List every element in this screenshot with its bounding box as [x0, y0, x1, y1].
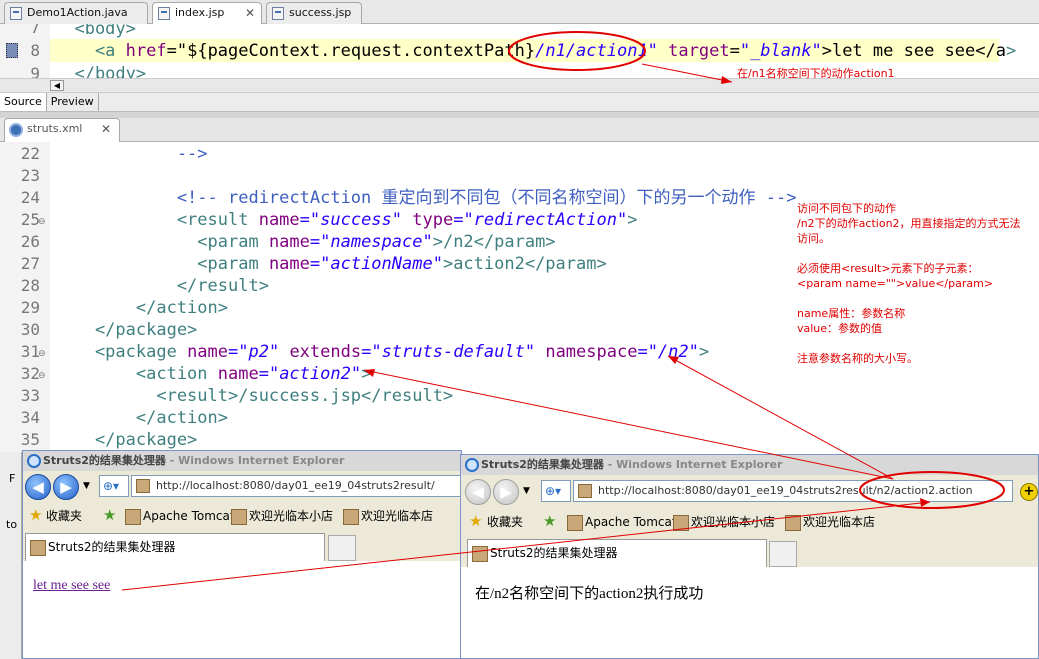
arrow-head	[364, 369, 375, 377]
highlight-ellipse-url	[859, 471, 1005, 509]
annotation-overlay	[121, 31, 1005, 591]
arrow-line-link-to-url	[121, 501, 931, 591]
arrow-head	[721, 76, 732, 84]
highlight-ellipse-action1	[508, 31, 646, 71]
arrow-line-action1	[641, 63, 733, 83]
arrow-line-url-to-namespace	[667, 355, 894, 480]
arrow-head	[668, 356, 679, 364]
arrow-line-url-to-action2	[363, 369, 894, 480]
arrow-head	[920, 498, 930, 507]
